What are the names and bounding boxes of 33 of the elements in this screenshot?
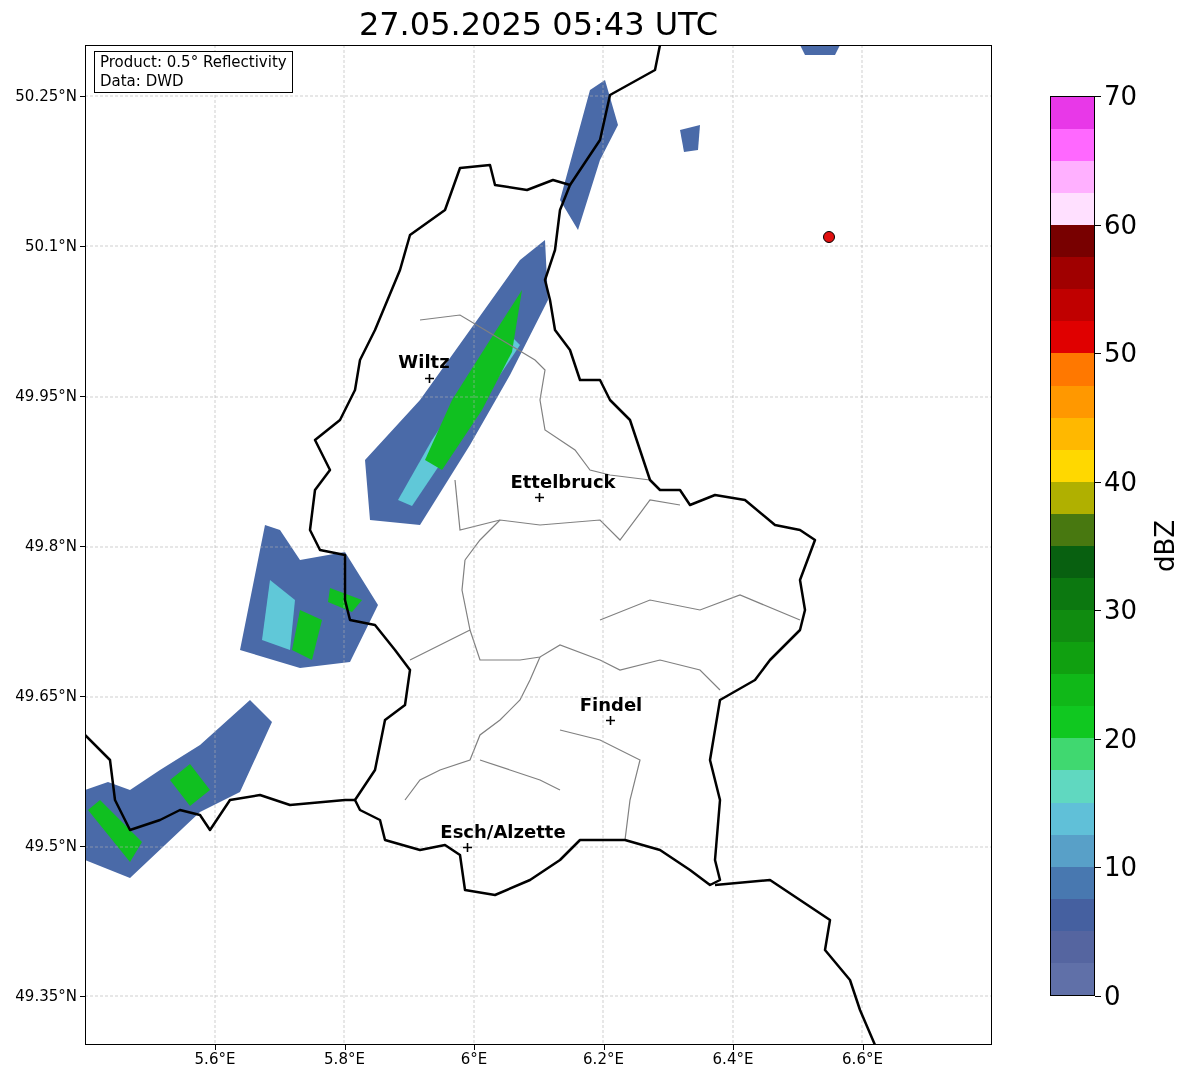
city-label: Findel — [579, 695, 643, 715]
city-marker-icon — [462, 842, 472, 852]
colorbar-tick-label: 50 — [1104, 338, 1138, 369]
x-tick-label: 5.6°E — [193, 1050, 237, 1068]
city-marker-icon — [534, 492, 544, 502]
city-label: Wiltz — [398, 352, 450, 372]
info-box: Product: 0.5° Reflectivity Data: DWD — [94, 51, 293, 93]
x-tick-label: 6°E — [459, 1050, 489, 1068]
y-tick-label: 49.65°N — [14, 687, 77, 705]
colorbar-tick-label: 40 — [1104, 466, 1138, 497]
chart-title: 27.05.2025 05:43 UTC — [357, 4, 720, 44]
colorbar-tick-label: 30 — [1104, 595, 1138, 626]
y-tick-label: 49.95°N — [14, 387, 77, 405]
colorbar-tick-label: 10 — [1104, 852, 1138, 883]
marker-dot-icon — [822, 230, 836, 244]
city-label: Esch/Alzette — [440, 822, 566, 842]
x-tick-label: 6.6°E — [841, 1050, 884, 1068]
colorbar-tick-label: 60 — [1104, 209, 1138, 240]
colorbar-tick-label: 20 — [1104, 723, 1138, 754]
y-tick-label: 50.1°N — [23, 237, 77, 255]
y-tick-label: 49.8°N — [23, 537, 77, 555]
city-label: Ettelbruck — [510, 472, 616, 492]
colorbar-tick-label: 70 — [1104, 81, 1138, 111]
city-marker-icon — [605, 715, 615, 725]
y-tick-label: 50.25°N — [14, 87, 77, 105]
y-tick-label: 49.5°N — [23, 837, 77, 855]
y-tick-label: 49.35°N — [14, 987, 77, 1005]
x-tick-label: 5.8°E — [323, 1050, 366, 1068]
x-tick-label: 6.2°E — [582, 1050, 625, 1068]
colorbar-tick-label: 0 — [1104, 981, 1121, 1011]
city-marker-icon — [424, 373, 434, 383]
colorbar-label: dBZ — [1149, 518, 1181, 575]
x-tick-label: 6.4°E — [711, 1050, 755, 1068]
